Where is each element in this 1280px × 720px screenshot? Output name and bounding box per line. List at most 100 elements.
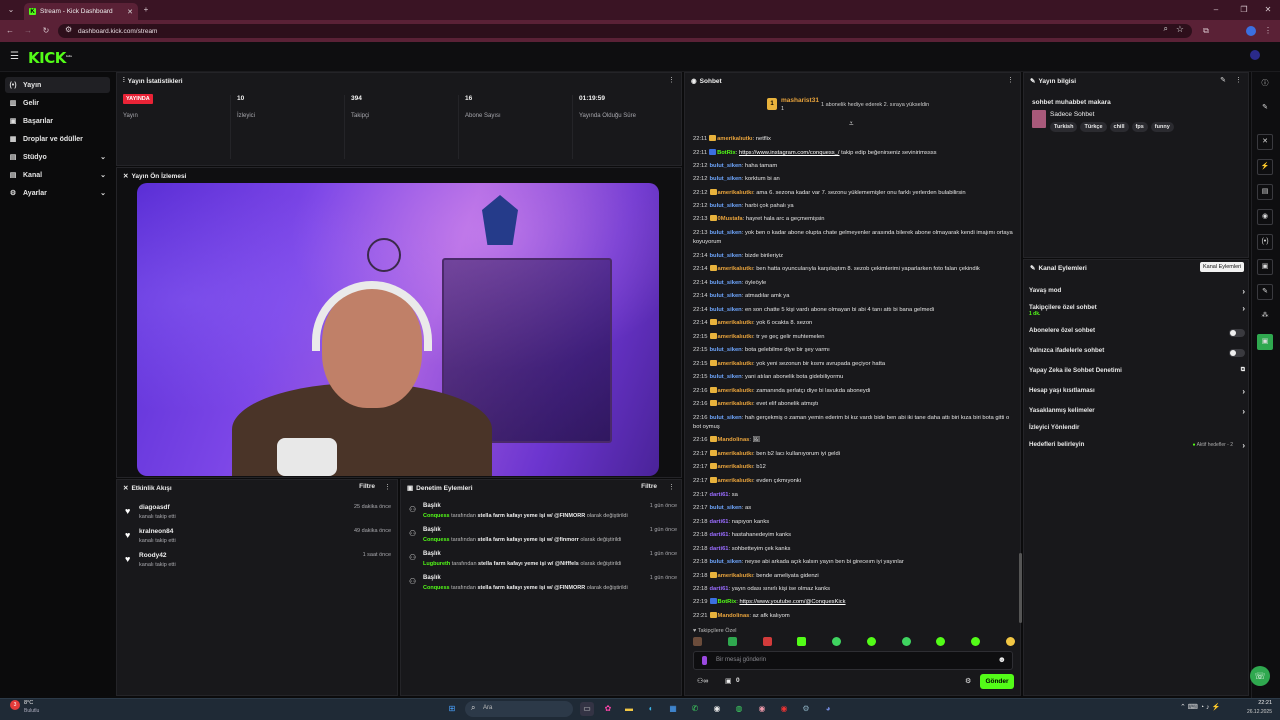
emote-icon[interactable] bbox=[971, 637, 981, 646]
broadcast-toggle-icon[interactable]: (•) bbox=[1257, 234, 1273, 250]
browser-tab[interactable]: K Stream - Kick Dashboard ✕ bbox=[24, 3, 138, 20]
tag[interactable]: funny bbox=[1150, 122, 1174, 132]
chat-username[interactable]: amerikalıutkı bbox=[718, 361, 753, 367]
taskbar-search[interactable]: ⌕ Ara bbox=[465, 701, 573, 717]
sidebar-item-studyo[interactable]: ▤ Stüdyo ⌄ bbox=[5, 149, 110, 165]
chat-username[interactable]: amerikalıutkı bbox=[718, 190, 753, 196]
reload-icon[interactable]: ↻ bbox=[40, 25, 52, 37]
emoji-picker-icon[interactable]: ☻ bbox=[998, 655, 1006, 664]
chat-username[interactable]: amerikalıutkı bbox=[717, 136, 752, 142]
user-avatar-icon[interactable] bbox=[1250, 50, 1260, 60]
tag[interactable]: Türkçe bbox=[1080, 122, 1107, 132]
support-chat-icon[interactable]: ☏ bbox=[1250, 666, 1270, 686]
chat-username[interactable]: Mandolinas bbox=[718, 613, 750, 619]
tag[interactable]: fps bbox=[1131, 122, 1148, 132]
chat-username[interactable]: amerikalıutkı bbox=[718, 266, 753, 272]
ai-moderation-row[interactable]: Yapay Zeka ile Sohbet Denetimi ⧉ bbox=[1029, 367, 1247, 381]
kick-app-icon[interactable]: ▣ bbox=[1257, 334, 1273, 350]
store-icon[interactable]: ▦ bbox=[666, 702, 680, 716]
chat-username[interactable]: bulut_siken bbox=[710, 415, 742, 421]
chat-username[interactable]: 0Mustafa bbox=[718, 216, 743, 222]
kick-logo[interactable]: KICKbeta bbox=[28, 49, 72, 67]
profile-avatar-icon[interactable] bbox=[1246, 26, 1256, 36]
chat-username[interactable]: darti61 bbox=[710, 532, 729, 538]
moderation-menu-icon[interactable]: ⋮ bbox=[668, 483, 675, 491]
sidebar-item-kanal[interactable]: ▤ Kanal ⌄ bbox=[5, 167, 110, 183]
chat-username[interactable]: bulut_siken bbox=[710, 176, 742, 182]
minimize-icon[interactable]: – bbox=[1210, 4, 1222, 16]
activity-toggle-icon[interactable]: ⚡ bbox=[1257, 159, 1273, 175]
chat-username[interactable]: BotRix bbox=[718, 599, 737, 605]
site-info-icon[interactable]: ⚙ bbox=[65, 25, 72, 34]
video-preview[interactable] bbox=[137, 183, 659, 476]
sidebar-item-ayarlar[interactable]: ⚙ Ayarlar ⌄ bbox=[5, 185, 110, 201]
edit-icon[interactable]: ✎ bbox=[1220, 76, 1226, 84]
send-button[interactable]: Gönder bbox=[980, 674, 1014, 689]
info-icon[interactable]: ⓘ bbox=[1257, 77, 1273, 93]
tag[interactable]: chill bbox=[1109, 122, 1129, 132]
emote-icon[interactable] bbox=[797, 637, 807, 646]
tag[interactable]: Turkish bbox=[1050, 122, 1078, 132]
emote-icon[interactable] bbox=[901, 637, 911, 646]
new-tab-button[interactable]: + bbox=[140, 4, 152, 16]
chat-username[interactable]: bulut_siken bbox=[710, 230, 742, 236]
activity-menu-icon[interactable]: ⋮ bbox=[384, 483, 391, 491]
pencil-icon[interactable]: ✎ bbox=[1257, 101, 1273, 117]
obs-icon[interactable]: ◉ bbox=[777, 702, 791, 716]
chat-username[interactable]: amerikalıutkı bbox=[718, 388, 753, 394]
weather-temp[interactable]: 8°C bbox=[24, 700, 33, 706]
clock-time[interactable]: 22:21 bbox=[1238, 700, 1272, 706]
pinned-icon[interactable]: ⩡ bbox=[849, 119, 854, 129]
chat-username[interactable]: bulut_siken bbox=[710, 347, 742, 353]
chat-username[interactable]: bulut_siken bbox=[710, 293, 742, 299]
emote-only-toggle[interactable] bbox=[1229, 349, 1245, 357]
emote-icon[interactable] bbox=[866, 637, 876, 646]
edge-icon[interactable]: ◐ bbox=[644, 702, 658, 716]
preview-toggle-icon[interactable]: ✕ bbox=[1257, 134, 1273, 150]
chat-input[interactable]: Bir mesaj gönderin ☻ bbox=[693, 651, 1013, 670]
emote-icon[interactable] bbox=[762, 637, 772, 646]
raid-row[interactable]: İzleyici Yönlendir bbox=[1029, 424, 1247, 438]
emote-icon[interactable] bbox=[936, 637, 946, 646]
chat-points-icon[interactable]: ▣ bbox=[725, 677, 732, 685]
hamburger-menu-icon[interactable]: ☰ bbox=[10, 51, 19, 62]
sidebar-item-basarilar[interactable]: ▣ Başarılar bbox=[5, 113, 110, 129]
chat-username[interactable]: amerikalıutkı bbox=[718, 573, 753, 579]
channel-actions-toggle-icon[interactable]: ▣ bbox=[1257, 259, 1273, 275]
sidebar-item-yayin[interactable]: (•) Yayın bbox=[5, 77, 110, 93]
extensions-icon[interactable]: ⧉ bbox=[1200, 25, 1212, 37]
forward-icon[interactable]: → bbox=[22, 25, 34, 37]
stream-info-toggle-icon[interactable]: ✎ bbox=[1257, 284, 1273, 300]
url-field[interactable]: ⚙ dashboard.kick.com/stream ☆ ⌕ bbox=[58, 24, 1192, 38]
account-age-row[interactable]: Hesap yaşı kısıtlaması › bbox=[1029, 387, 1247, 401]
copilot-icon[interactable]: ✿ bbox=[601, 702, 615, 716]
close-tab-icon[interactable]: ✕ bbox=[127, 8, 133, 16]
chrome-profile-icon[interactable]: ◉ bbox=[755, 702, 769, 716]
settings-app-icon[interactable]: ⚙ bbox=[799, 702, 813, 716]
goals-row[interactable]: Hedefleri belirleyin ● Aktif hedefler - 2… bbox=[1029, 441, 1247, 455]
banned-words-row[interactable]: Yasaklanmış kelimeler › bbox=[1029, 407, 1247, 421]
followers-only-row[interactable]: Takipçilere özel sohbet 1 dk. › bbox=[1029, 304, 1247, 318]
chat-username[interactable]: bulut_siken bbox=[710, 280, 742, 286]
emote-icon[interactable] bbox=[832, 637, 842, 646]
emote-icon[interactable] bbox=[693, 637, 702, 646]
chat-toggle-icon[interactable]: ◉ bbox=[1257, 209, 1273, 225]
chat-username[interactable]: amerikalıutkı bbox=[718, 401, 753, 407]
maximize-icon[interactable]: ❐ bbox=[1238, 4, 1250, 16]
chat-username[interactable]: darti61 bbox=[710, 519, 729, 525]
close-window-icon[interactable]: ✕ bbox=[1262, 4, 1274, 16]
activity-filter-button[interactable]: Filtre bbox=[359, 483, 375, 490]
chat-username[interactable]: darti61 bbox=[710, 586, 729, 592]
chat-username[interactable]: BotRix bbox=[717, 150, 736, 156]
tray-icons[interactable]: ⌃ ⌨ ◔ ♪ ⚡ bbox=[1180, 703, 1220, 711]
chat-username[interactable]: amerikalıutkı bbox=[718, 478, 753, 484]
chat-menu-icon[interactable]: ⋮ bbox=[1007, 76, 1014, 84]
tab-search-icon[interactable]: ⌄ bbox=[5, 4, 17, 16]
back-icon[interactable]: ← bbox=[4, 25, 16, 37]
bookmark-star-icon[interactable]: ☆ bbox=[1176, 24, 1184, 35]
chrome-icon[interactable]: ◉ bbox=[710, 702, 724, 716]
chat-username[interactable]: bulut_siken bbox=[710, 374, 742, 380]
chat-username[interactable]: bulut_siken bbox=[710, 505, 742, 511]
category-name[interactable]: Sadece Sohbet bbox=[1050, 111, 1094, 118]
windows-start-icon[interactable]: ⊞ bbox=[445, 702, 459, 716]
